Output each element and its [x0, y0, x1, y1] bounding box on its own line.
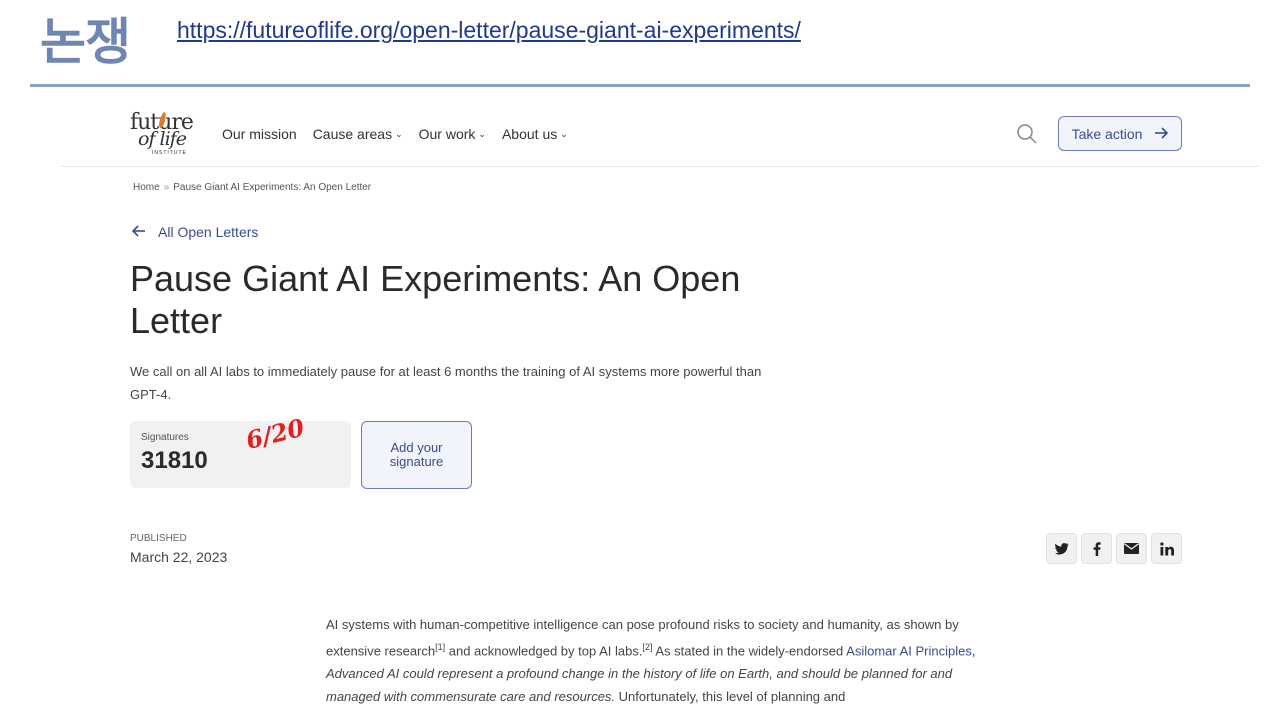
reference-1[interactable]: [1] — [435, 642, 445, 652]
page-title: Pause Giant AI Experiments: An Open Lett… — [130, 258, 741, 341]
take-action-label: Take action — [1071, 125, 1143, 142]
breadcrumb: Home» Pause Giant AI Experiments: An Open… — [133, 182, 371, 193]
twitter-icon[interactable] — [1046, 533, 1077, 564]
search-icon[interactable] — [1016, 123, 1038, 145]
asilomar-principles-link[interactable]: Asilomar AI Principles — [846, 643, 972, 658]
add-signature-button[interactable]: Add your signature — [361, 421, 472, 489]
facebook-icon[interactable] — [1081, 533, 1112, 564]
signatures-count: 31810 — [141, 447, 208, 474]
slide-title: 논쟁 — [40, 13, 131, 71]
menu-item-about-us[interactable]: About us ⌄ — [502, 126, 568, 142]
published-date: March 22, 2023 — [130, 549, 228, 565]
all-open-letters-link[interactable]: All Open Letters — [131, 224, 259, 240]
menu-item-our-mission[interactable]: Our mission — [222, 126, 297, 142]
letter-body-paragraph: AI systems with human-competitive intell… — [326, 617, 976, 705]
site-header: future of life INSTITUTE Our mission Cau… — [60, 90, 1260, 167]
take-action-button[interactable]: Take action — [1058, 116, 1182, 151]
breadcrumb-separator: » — [163, 182, 170, 193]
linkedin-icon[interactable] — [1151, 533, 1182, 564]
share-buttons — [1046, 533, 1182, 564]
fli-logo[interactable]: future of life INSTITUTE — [130, 110, 194, 158]
slide-divider — [30, 84, 1250, 87]
email-icon[interactable] — [1116, 533, 1147, 564]
breadcrumb-current: Pause Giant AI Experiments: An Open Lett… — [173, 182, 372, 193]
webpage-screenshot: future of life INSTITUTE Our mission Cau… — [60, 90, 1260, 720]
logo-line-2: of life — [138, 128, 187, 150]
arrow-right-icon — [1154, 126, 1169, 142]
published-label: PUBLISHED — [130, 533, 187, 544]
logo-line-3: INSTITUTE — [152, 150, 187, 156]
chevron-down-icon: ⌄ — [478, 129, 486, 139]
slide-url-link[interactable]: https://futureoflife.org/open-letter/pau… — [177, 17, 801, 44]
chevron-down-icon: ⌄ — [395, 129, 403, 139]
reference-2[interactable]: [2] — [642, 642, 652, 652]
main-menu: Our mission Cause areas ⌄ Our work ⌄ About… — [222, 126, 568, 142]
menu-item-cause-areas[interactable]: Cause areas ⌄ — [313, 126, 403, 142]
signatures-label: Signatures — [141, 432, 189, 443]
breadcrumb-home[interactable]: Home — [133, 182, 160, 193]
menu-item-our-work[interactable]: Our work ⌄ — [419, 126, 486, 142]
add-signature-label: Add your signature — [389, 440, 444, 469]
all-open-letters-label: All Open Letters — [158, 224, 259, 240]
chevron-down-icon: ⌄ — [560, 129, 568, 139]
lead-paragraph: We call on all AI labs to immediately pa… — [130, 364, 762, 402]
arrow-left-icon — [131, 224, 146, 240]
signature-counter: Signatures 31810 — [130, 421, 351, 488]
